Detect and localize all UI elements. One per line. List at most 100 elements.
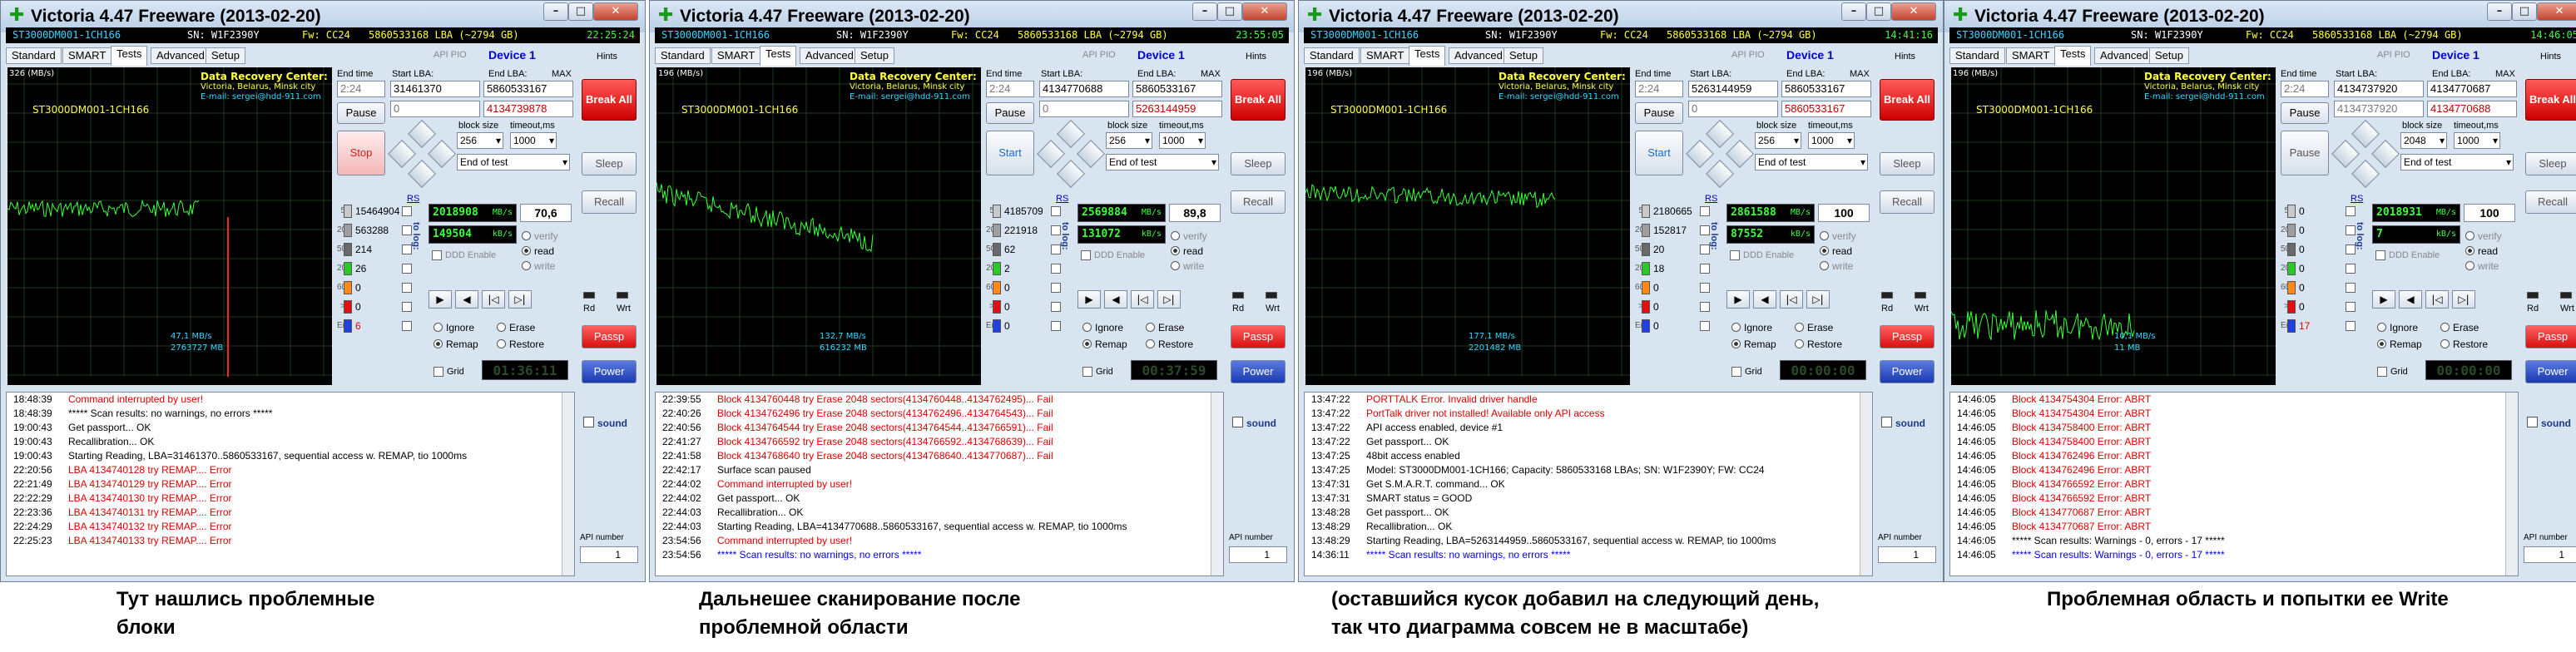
arrow-down-icon[interactable] xyxy=(408,160,436,188)
end-of-test-select[interactable]: End of test ▾ xyxy=(1755,154,1868,170)
recall-button[interactable]: Recall xyxy=(582,190,637,214)
arrow-up-icon[interactable] xyxy=(1057,120,1085,148)
minimize-button[interactable]: – xyxy=(543,2,568,21)
power-button[interactable]: Power xyxy=(2525,360,2576,383)
tab-setup[interactable]: Setup xyxy=(2149,47,2189,64)
minimize-button[interactable]: – xyxy=(1841,2,1866,21)
block-log-checkbox[interactable] xyxy=(1700,302,1710,312)
restore-radio[interactable]: Restore xyxy=(1146,338,1193,350)
tab-advanced[interactable]: Advanced xyxy=(2094,47,2154,64)
sound-checkbox[interactable]: sound xyxy=(1232,417,1276,429)
rs-button[interactable]: RS xyxy=(2351,194,2363,205)
start-stop-button[interactable]: Pause xyxy=(2281,131,2329,175)
block-size-select[interactable]: 2048 ▾ xyxy=(2400,132,2447,149)
tab-setup[interactable]: Setup xyxy=(206,47,245,64)
ddd-enable-checkbox[interactable] xyxy=(1081,250,1091,260)
end-of-test-select[interactable]: End of test ▾ xyxy=(2400,154,2514,170)
play-icon[interactable]: ▶ xyxy=(1077,290,1101,309)
power-button[interactable]: Power xyxy=(582,360,637,383)
remap-radio[interactable]: Remap xyxy=(1731,338,1776,350)
close-button[interactable]: ✕ xyxy=(593,2,638,21)
api-number-field[interactable]: 1 xyxy=(1229,546,1287,563)
write-radio[interactable]: write xyxy=(2465,260,2499,272)
block-log-checkbox[interactable] xyxy=(1700,206,1710,216)
end-icon[interactable]: ▷| xyxy=(508,290,532,309)
start-stop-button[interactable]: Stop xyxy=(337,131,385,175)
block-log-checkbox[interactable] xyxy=(402,302,412,312)
api-pio-selector[interactable]: API PIO xyxy=(2377,49,2410,61)
erase-radio[interactable]: Erase xyxy=(2440,322,2479,333)
remap-radio[interactable]: Remap xyxy=(433,338,478,350)
block-size-select[interactable]: 256 ▾ xyxy=(457,132,503,149)
end-of-test-select[interactable]: End of test ▾ xyxy=(457,154,570,170)
arrow-left-icon[interactable] xyxy=(1686,140,1714,168)
tab-tests[interactable]: Tests xyxy=(1409,46,1446,66)
play-icon[interactable]: ▶ xyxy=(1726,290,1750,309)
skip-back-icon[interactable]: |◁ xyxy=(1131,290,1154,309)
grid-checkbox[interactable] xyxy=(2377,367,2387,377)
block-log-checkbox[interactable] xyxy=(1700,321,1710,331)
restore-radio[interactable]: Restore xyxy=(497,338,544,350)
tab-advanced[interactable]: Advanced xyxy=(151,47,211,64)
verify-radio[interactable]: verify xyxy=(522,230,558,242)
max-button[interactable]: MAX xyxy=(552,69,572,80)
recall-button[interactable]: Recall xyxy=(2525,190,2576,214)
start-lba-field[interactable]: 4134770688 xyxy=(1039,81,1129,97)
end-icon[interactable]: ▷| xyxy=(1806,290,1830,309)
erase-radio[interactable]: Erase xyxy=(1146,322,1184,333)
break-all-button[interactable]: Break All xyxy=(2525,79,2576,121)
power-button[interactable]: Power xyxy=(1880,360,1934,383)
pause-button[interactable]: Pause xyxy=(1635,102,1683,124)
block-log-checkbox[interactable] xyxy=(1051,206,1061,216)
recall-button[interactable]: Recall xyxy=(1231,190,1286,214)
tab-advanced[interactable]: Advanced xyxy=(1449,47,1508,64)
verify-radio[interactable]: verify xyxy=(1820,230,1856,242)
log-scrollbar[interactable] xyxy=(1211,393,1223,575)
start-lba-field[interactable]: 31461370 xyxy=(390,81,480,97)
rewind-icon[interactable]: ◀ xyxy=(1753,290,1776,309)
grid-checkbox[interactable] xyxy=(1731,367,1741,377)
block-log-checkbox[interactable] xyxy=(2346,283,2356,293)
event-log[interactable]: 22:39:55 Block 4134760448 try Erase 2048 … xyxy=(655,392,1224,576)
log-scrollbar[interactable] xyxy=(562,393,574,575)
ignore-radio[interactable]: Ignore xyxy=(433,322,474,333)
read-radio[interactable]: read xyxy=(2465,245,2498,257)
remap-radio[interactable]: Remap xyxy=(1082,338,1127,350)
rewind-icon[interactable]: ◀ xyxy=(2399,290,2422,309)
block-log-checkbox[interactable] xyxy=(2346,264,2356,274)
arrow-left-icon[interactable] xyxy=(2331,140,2360,168)
api-pio-selector[interactable]: API PIO xyxy=(1731,49,1765,61)
end-lba-field[interactable]: 5860533167 xyxy=(483,81,573,97)
block-log-checkbox[interactable] xyxy=(1051,264,1061,274)
read-radio[interactable]: read xyxy=(1171,245,1203,257)
start-stop-button[interactable]: Start xyxy=(986,131,1034,175)
sleep-button[interactable]: Sleep xyxy=(582,152,637,175)
arrow-down-icon[interactable] xyxy=(1057,160,1085,188)
arrow-down-icon[interactable] xyxy=(1706,160,1734,188)
arrow-right-icon[interactable] xyxy=(1726,140,1754,168)
rs-button[interactable]: RS xyxy=(407,194,419,205)
tab-setup[interactable]: Setup xyxy=(1503,47,1543,64)
navigation-pad[interactable] xyxy=(1037,120,1105,188)
grid-checkbox[interactable] xyxy=(1082,367,1092,377)
tab-tests[interactable]: Tests xyxy=(760,46,797,66)
end-time-field[interactable]: 2:24 xyxy=(986,81,1034,97)
passp-button[interactable]: Passp xyxy=(582,325,637,348)
block-log-checkbox[interactable] xyxy=(2346,302,2356,312)
ignore-radio[interactable]: Ignore xyxy=(1082,322,1123,333)
break-all-button[interactable]: Break All xyxy=(582,79,637,121)
arrow-right-icon[interactable] xyxy=(2371,140,2400,168)
sleep-button[interactable]: Sleep xyxy=(2525,152,2576,175)
block-log-checkbox[interactable] xyxy=(402,264,412,274)
write-radio[interactable]: write xyxy=(522,260,555,272)
passp-button[interactable]: Passp xyxy=(1231,325,1286,348)
log-scrollbar[interactable] xyxy=(1860,393,1872,575)
log-scrollbar[interactable] xyxy=(2505,393,2518,575)
close-button[interactable]: ✕ xyxy=(1891,2,1936,21)
block-log-checkbox[interactable] xyxy=(1051,283,1061,293)
power-button[interactable]: Power xyxy=(1231,360,1286,383)
block-size-select[interactable]: 256 ▾ xyxy=(1755,132,1801,149)
block-log-checkbox[interactable] xyxy=(1700,283,1710,293)
start-lba-field[interactable]: 4134737920 xyxy=(2334,81,2424,97)
tab-setup[interactable]: Setup xyxy=(855,47,894,64)
